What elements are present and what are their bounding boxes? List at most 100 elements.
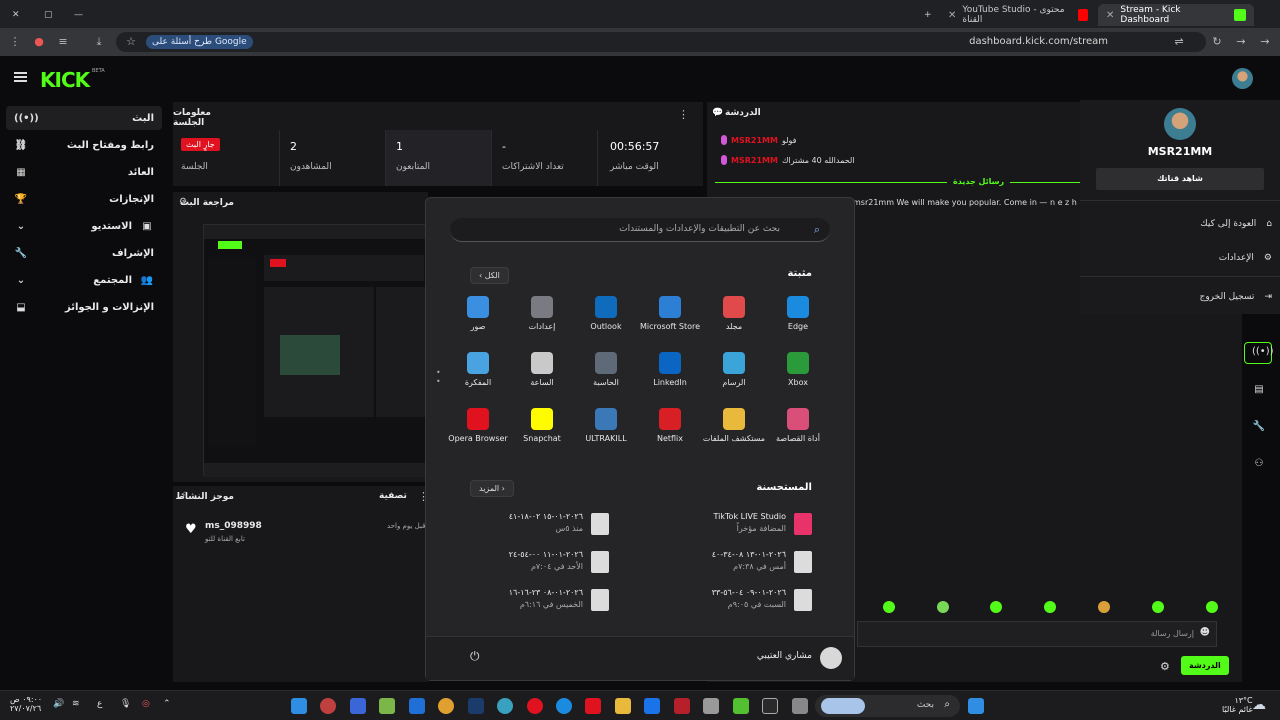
kick-logo[interactable]: KICK [40, 68, 90, 92]
pinned-app[interactable]: Opera Browser [446, 408, 510, 460]
pinned-app[interactable]: مستكشف الملفات [702, 408, 766, 460]
preview-settings-icon[interactable]: ⚙ [179, 197, 187, 207]
user-avatar[interactable] [1232, 68, 1253, 89]
sidebar-item-drops[interactable]: ⬓ الإنزالات و الجوائز [6, 295, 162, 319]
pinned-app[interactable]: صور [446, 296, 510, 348]
profile-icon[interactable]: ● [32, 35, 46, 49]
emote-icon[interactable] [1206, 601, 1218, 613]
recommended-item[interactable]: ٢٠٢٦-٠١-١٣ ٠٨-٣٤-٤٠ أمس في ٧:٣٨م [612, 548, 812, 578]
pinned-app[interactable]: Outlook [574, 296, 638, 348]
pinned-app[interactable]: إعدادات [510, 296, 574, 348]
clock[interactable]: ٠٩:٠٠ ص ٢٧/٠٧/٢٦ [10, 695, 42, 713]
task-view-icon[interactable] [792, 698, 808, 714]
tab-kick-dashboard[interactable]: ✕ Stream - Kick Dashboard [1098, 4, 1254, 26]
pinned-app[interactable]: أداة القصاصة [766, 408, 830, 460]
app-icon[interactable] [291, 698, 307, 714]
download-icon[interactable]: ⤓ [92, 35, 106, 49]
sidebar-item-stream-key[interactable]: ⛓ رابط ومفتاح البث [6, 133, 162, 157]
forward-icon[interactable]: → [1234, 35, 1248, 49]
back-icon[interactable]: → [1258, 35, 1272, 49]
pinned-app[interactable]: Edge [766, 296, 830, 348]
hamburger-menu-icon[interactable] [14, 72, 27, 82]
recommended-item[interactable]: ٢٠٢٦-٠١-٠٨ ٢٣-١٦-١٦ الخميس في ٦:١٦م [409, 586, 609, 616]
new-messages-label[interactable]: رسائل جديدة [947, 177, 1011, 186]
windows-start-icon[interactable] [968, 698, 984, 714]
tray-app-icon[interactable]: ◎ [142, 699, 150, 709]
close-window-icon[interactable]: ✕ [4, 4, 24, 26]
chevron-down-icon[interactable]: ⌄ [14, 275, 28, 286]
app-icon[interactable] [733, 698, 749, 714]
app-icon[interactable] [320, 698, 336, 714]
pinned-app[interactable]: Netflix [638, 408, 702, 460]
emote-icon[interactable] [937, 601, 949, 613]
pinned-app[interactable]: الحاسبة [574, 352, 638, 404]
community-icon[interactable]: ⚇ [1252, 458, 1266, 472]
recommended-item[interactable]: TikTok LIVE Studio المضافة مؤخراً [612, 510, 812, 540]
pinned-app[interactable]: ULTRAKILL [574, 408, 638, 460]
language-indicator[interactable]: ع [97, 699, 102, 709]
menu-item-settings[interactable]: الإعدادات ⚙ [1088, 246, 1272, 270]
bookmark-star-icon[interactable]: ☆ [124, 35, 138, 49]
edge-icon[interactable] [556, 698, 572, 714]
pinned-app[interactable]: Xbox [766, 352, 830, 404]
filter-button[interactable]: تصفية [379, 491, 407, 501]
close-tab-icon[interactable]: ✕ [1106, 10, 1114, 21]
emote-icon[interactable] [1044, 601, 1056, 613]
recommended-item[interactable]: ٢٠٢٦-٠١-١١ ٠٠-٥٤-٢٤ الأحد في ٧:٠٤م [409, 548, 609, 578]
chrome-icon[interactable] [438, 698, 454, 714]
start-search-input[interactable]: بحث عن التطبيقات والإعدادات والمستندات ⌕ [450, 218, 830, 242]
start-user-avatar[interactable] [820, 647, 842, 669]
minimize-window-icon[interactable]: — [66, 4, 86, 26]
studio-icon[interactable]: ▤ [1252, 384, 1266, 398]
steam-icon[interactable] [468, 698, 484, 714]
app-icon[interactable] [762, 698, 778, 714]
menu-item-back-to-kick[interactable]: العودة إلى كيك ⌂ [1088, 212, 1272, 236]
store-icon[interactable] [703, 698, 719, 714]
google-search-chip[interactable]: طرح أسئلة على Google [146, 35, 253, 49]
pinned-app[interactable]: الرسام [702, 352, 766, 404]
menu-item-logout[interactable]: تسجيل الخروج ⇥ [1088, 285, 1272, 309]
volume-icon[interactable]: 🔊 [53, 699, 64, 709]
pinned-app[interactable]: Microsoft Store [638, 296, 702, 348]
emote-icon[interactable] [990, 601, 1002, 613]
shield-icon[interactable] [409, 698, 425, 714]
more-button[interactable]: المزيد › [470, 480, 514, 497]
app-icon[interactable] [674, 698, 690, 714]
media-icon[interactable]: ≡ [56, 35, 70, 49]
panel-menu-icon[interactable]: ⋮ [678, 108, 689, 121]
stream-preview-video[interactable] [203, 224, 429, 477]
power-icon[interactable]: ⏻ [470, 649, 480, 664]
reload-icon[interactable]: ↻ [1210, 35, 1224, 49]
pinned-app[interactable]: الساعة [510, 352, 574, 404]
microphone-icon[interactable]: 🎙 [120, 699, 131, 709]
pinned-app[interactable]: مجلد [702, 296, 766, 348]
sidebar-item-community[interactable]: ⌄ المجتمع 👥 [6, 268, 162, 292]
page-dots[interactable]: • • [436, 368, 441, 386]
pinned-app[interactable]: المفكرة [446, 352, 510, 404]
url-text[interactable]: dashboard.kick.com/stream [969, 36, 1108, 47]
taskbar-search[interactable]: ⌕ بحث [815, 695, 960, 717]
emote-icon[interactable] [883, 601, 895, 613]
app-icon[interactable] [350, 698, 366, 714]
maximize-window-icon[interactable]: ▢ [36, 4, 56, 26]
emoji-picker-icon[interactable]: ☻ [1200, 627, 1210, 638]
all-apps-button[interactable]: ‹ الكل [470, 267, 509, 284]
sidebar-item-achievements[interactable]: 🏆 الإنجازات [6, 187, 162, 211]
app-icon[interactable] [379, 698, 395, 714]
new-tab-button[interactable]: + [916, 4, 936, 26]
chat-send-button[interactable]: الدردشة [1181, 656, 1229, 675]
pinned-app[interactable]: LinkedIn [638, 352, 702, 404]
recommended-item[interactable]: ٢٠٢٦-٠١-٠٩ ٠٤-٥٦-٣٣ السبت في ٩:٠٥م [612, 586, 812, 616]
recommended-item[interactable]: ٢٠٢٦-٠١-١٥ ٠٢-١٨-٤١ منذ ٥س [409, 510, 609, 540]
sidebar-item-studio[interactable]: ⌄ الاستديو ▣ [6, 214, 162, 238]
sidebar-item-revenue[interactable]: ▦ العائد [6, 160, 162, 184]
wrench-icon[interactable]: 🔧 [1252, 421, 1266, 435]
tab-youtube-studio[interactable]: ✕ YouTube Studio - محتوى القناة [940, 4, 1096, 26]
pinned-app[interactable]: Snapchat [510, 408, 574, 460]
omnibox[interactable]: ☆ طرح أسئلة على Google dashboard.kick.co… [116, 32, 1206, 52]
chat-username[interactable]: MSR21MM [731, 136, 778, 145]
tray-overflow-icon[interactable]: ⌃ [163, 699, 171, 709]
emote-icon[interactable] [1098, 601, 1110, 613]
emote-icon[interactable] [1152, 601, 1164, 613]
activity-user[interactable]: ms_098998 [205, 521, 262, 531]
